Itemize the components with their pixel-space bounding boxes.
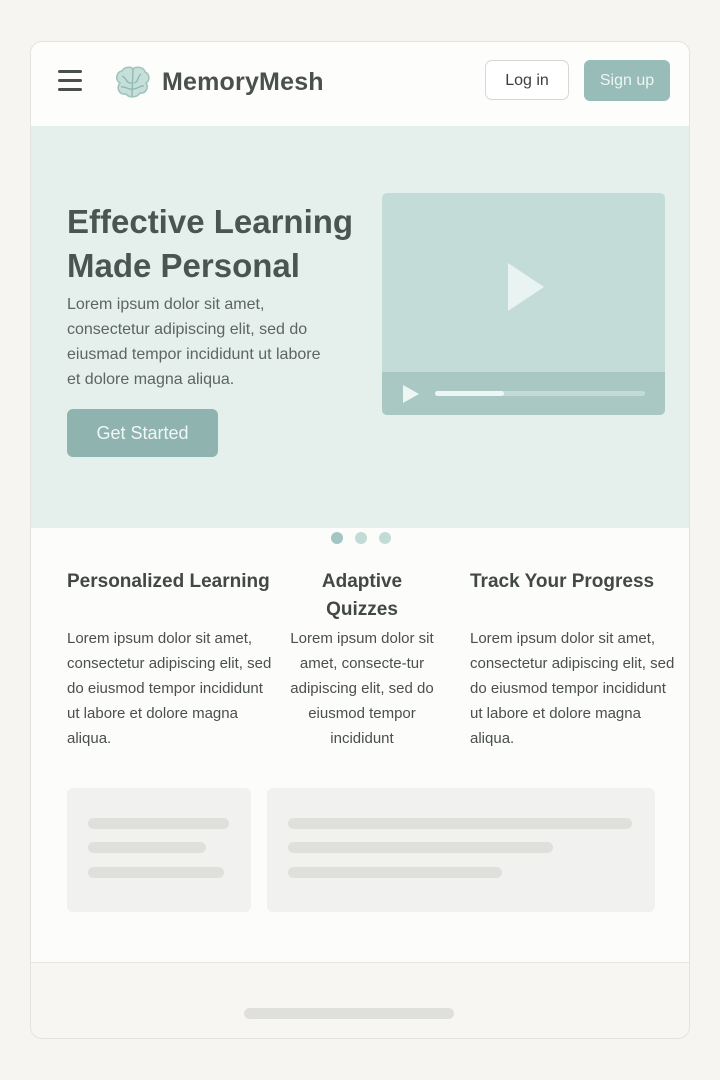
- get-started-button[interactable]: Get Started: [67, 409, 218, 457]
- video-progress-track[interactable]: [435, 391, 645, 396]
- carousel-dot[interactable]: [331, 532, 343, 544]
- feature-text: Lorem ipsum dolor sit amet, consecte-tur…: [290, 630, 434, 747]
- play-icon[interactable]: [506, 261, 546, 313]
- skeleton-line: [288, 842, 553, 853]
- placeholder-card: [67, 788, 251, 912]
- video-progress-fill: [435, 391, 505, 396]
- hero-description: Lorem ipsum dolor sit amet, consectetur …: [67, 296, 321, 388]
- hero-section: Effective Learning Made Personal Lorem i…: [31, 126, 689, 544]
- brand-name: MemoryMesh: [162, 68, 324, 96]
- feature-title: Track Your Progress: [470, 571, 655, 592]
- play-icon[interactable]: [402, 384, 420, 404]
- skeleton-line: [88, 818, 229, 829]
- brain-logo-icon: [116, 66, 150, 98]
- video-player[interactable]: [382, 193, 665, 415]
- skeleton-line: [288, 818, 632, 829]
- menu-icon[interactable]: [58, 70, 82, 92]
- skeleton-line: [88, 842, 206, 853]
- hero-title: Effective Learning Made Personal: [67, 203, 354, 284]
- skeleton-line: [244, 1008, 454, 1019]
- video-controls: [382, 372, 665, 415]
- app-frame: MemoryMesh Log in Sign up Effective Lear…: [30, 41, 690, 1039]
- placeholder-card: [267, 788, 655, 912]
- skeleton-line: [288, 867, 502, 878]
- header: MemoryMesh Log in Sign up: [31, 42, 689, 127]
- feature-title: Adaptive Quizzes: [321, 571, 403, 620]
- footer: [31, 962, 689, 1038]
- signup-button[interactable]: Sign up: [584, 60, 670, 101]
- carousel-dot[interactable]: [355, 532, 367, 544]
- skeleton-line: [88, 867, 224, 878]
- feature-text: Lorem ipsum dolor sit amet, consectetur …: [67, 630, 272, 747]
- feature-title: Personalized Learning: [67, 571, 270, 592]
- carousel-dot[interactable]: [379, 532, 391, 544]
- feature-text: Lorem ipsum dolor sit amet, consectetur …: [470, 630, 675, 747]
- login-button[interactable]: Log in: [485, 60, 569, 100]
